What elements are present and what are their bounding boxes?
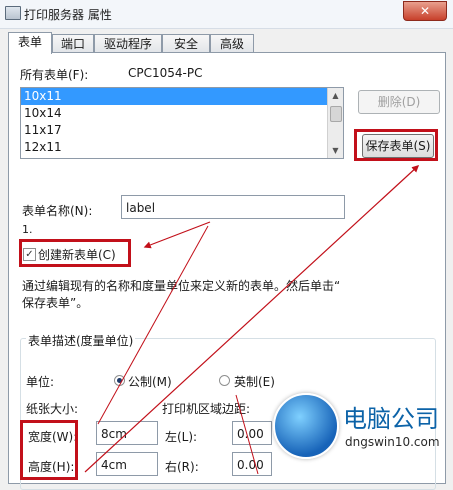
create-new-form-label: 创建新表单(C) xyxy=(38,248,116,262)
tab-advanced[interactable]: 高级 xyxy=(210,34,254,53)
width-input[interactable]: 8cm xyxy=(96,421,158,445)
listbox-scrollbar[interactable]: ▲ ▼ xyxy=(327,88,343,158)
group-title: 表单描述(度量单位) xyxy=(26,332,136,349)
form-name-input[interactable]: label xyxy=(121,195,345,219)
save-form-button[interactable]: 保存表单(S) xyxy=(362,134,434,158)
tab-ports[interactable]: 端口 xyxy=(52,34,94,53)
description-text: 通过编辑现有的名称和度量单位来定义新的表单。然后单击“ xyxy=(22,279,341,293)
paper-size-label: 纸张大小: xyxy=(26,402,79,416)
site-watermark: 电脑公司 dngswin10.com xyxy=(273,393,453,474)
scroll-down-icon[interactable]: ▼ xyxy=(328,143,343,158)
english-radio[interactable] xyxy=(219,375,230,386)
tab-drivers[interactable]: 驱动程序 xyxy=(94,34,162,53)
form-name-label: 表单名称(N): xyxy=(22,204,93,218)
window-title: 打印服务器 属性 xyxy=(24,8,112,22)
english-label: 英制(E) xyxy=(234,375,275,389)
list-item[interactable]: 10x14 xyxy=(21,105,343,122)
delete-button[interactable]: 删除(D) xyxy=(358,90,440,114)
create-new-form-checkbox[interactable]: ✓ xyxy=(23,248,36,261)
units-label: 单位: xyxy=(26,375,55,389)
metric-radio[interactable] xyxy=(114,375,125,386)
tab-security[interactable]: 安全 xyxy=(162,34,210,53)
all-forms-label: 所有表单(F): xyxy=(20,68,89,82)
list-item[interactable]: 11x17 xyxy=(21,122,343,139)
windows-logo-icon xyxy=(273,393,339,459)
right-margin-input[interactable]: 0.00 xyxy=(232,452,272,476)
left-margin-input[interactable]: 0.00 xyxy=(232,421,272,445)
printer-margins-label: 打印机区域边距: xyxy=(162,402,251,416)
list-item[interactable]: 12x11 xyxy=(21,139,343,156)
forms-listbox[interactable]: 10x11 10x14 11x17 12x11 ▲ ▼ xyxy=(20,87,344,159)
description-text-2: 保存表单”。 xyxy=(22,296,89,310)
watermark-title: 电脑公司 xyxy=(343,405,439,433)
right-margin-label: 右(R): xyxy=(165,460,199,474)
metric-label: 公制(M) xyxy=(128,375,172,389)
title-bar: 打印服务器 属性 ✕ xyxy=(0,0,453,29)
width-label: 宽度(W): xyxy=(28,430,78,444)
printer-server-icon xyxy=(5,6,21,20)
list-item[interactable]: 10x11 xyxy=(21,88,330,105)
scroll-thumb[interactable] xyxy=(330,106,342,122)
height-input[interactable]: 4cm xyxy=(96,452,158,476)
scroll-up-icon[interactable]: ▲ xyxy=(328,88,343,103)
height-label: 高度(H): xyxy=(28,460,75,474)
close-button[interactable]: ✕ xyxy=(403,1,447,21)
computer-name: CPC1054-PC xyxy=(128,66,203,80)
tab-forms[interactable]: 表单 xyxy=(8,32,52,54)
annotation-number: 1. xyxy=(22,223,33,236)
left-margin-label: 左(L): xyxy=(165,430,198,444)
watermark-url: dngswin10.com xyxy=(345,435,440,449)
